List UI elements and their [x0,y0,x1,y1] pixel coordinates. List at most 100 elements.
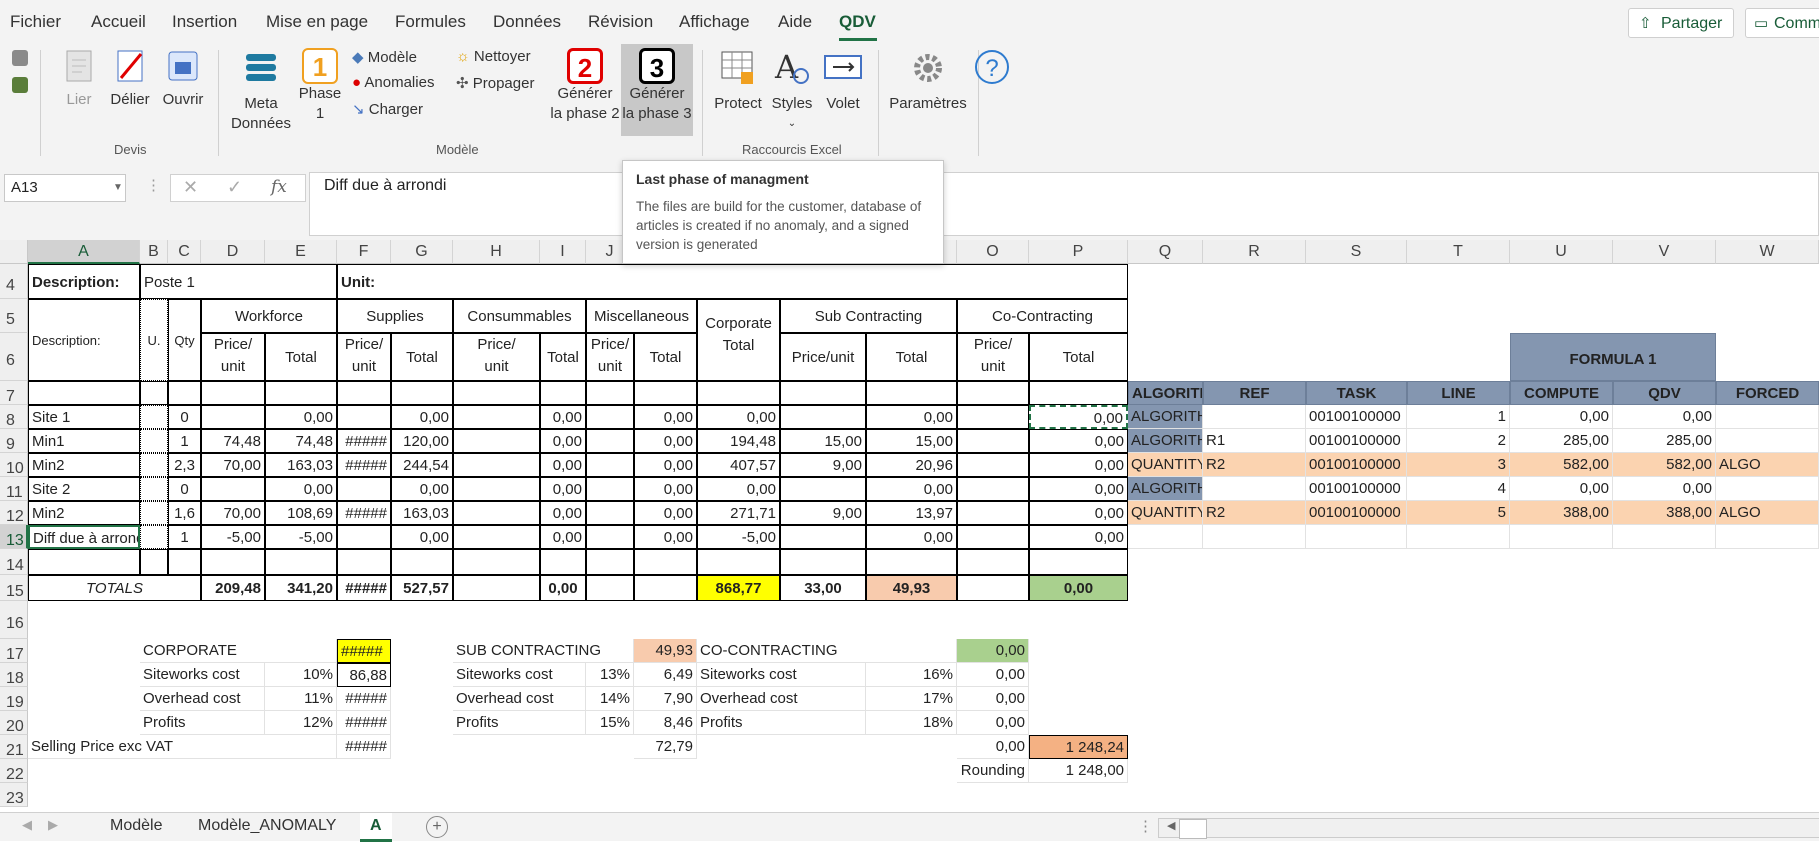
empty-cell[interactable] [780,549,866,575]
row-header[interactable]: 9 [0,429,28,453]
column-header[interactable]: D [201,240,265,264]
value-cell[interactable]: 0,00 [866,477,957,501]
ref-cell[interactable] [1203,525,1306,549]
value-cell[interactable]: 0,00 [1029,477,1128,501]
row-header[interactable]: 12 [0,501,28,525]
line-cell[interactable]: 2 [1407,429,1510,453]
value-cell[interactable]: -5,00 [265,525,337,549]
value-cell[interactable] [337,525,391,549]
value-cell[interactable] [957,429,1029,453]
value-cell[interactable]: 0,00 [540,501,586,525]
corporate-value[interactable]: ##### [337,639,391,663]
empty-cell[interactable] [140,549,168,575]
row-header[interactable]: 8 [0,405,28,429]
row-header[interactable]: 19 [0,687,28,711]
empty-cell[interactable] [168,381,201,405]
forced-cell[interactable]: ALGO [1716,501,1819,525]
row-header[interactable]: 17 [0,639,28,663]
empty-cell[interactable] [634,381,697,405]
qty-cell[interactable]: 0 [168,405,201,429]
empty-cell[interactable] [540,549,586,575]
qdv-cell[interactable]: 0,00 [1613,477,1716,501]
row-header[interactable]: 18 [0,663,28,687]
empty-cell[interactable] [586,549,634,575]
qty-cell[interactable]: 2,3 [168,453,201,477]
add-sheet-button[interactable]: + [426,816,448,838]
row-header[interactable]: 22 [0,759,28,783]
line-cell[interactable]: 3 [1407,453,1510,477]
value-cell[interactable]: ##### [337,453,391,477]
co-total-value[interactable]: 0,00 [1029,575,1128,601]
value-cell[interactable]: 0,00 [957,711,1029,735]
algorithm-cell[interactable]: QUANTITY [1128,453,1203,477]
value-cell[interactable]: 120,00 [391,429,453,453]
corporate-total-cell[interactable]: 407,57 [697,453,780,477]
value-cell[interactable]: 74,48 [201,429,265,453]
column-header[interactable]: Q [1128,240,1203,264]
value-cell[interactable] [586,477,634,501]
value-cell[interactable] [586,525,634,549]
description-cell[interactable]: Min2 [28,501,140,525]
value-cell[interactable]: 0,00 [265,405,337,429]
qty-cell[interactable]: 1 [168,525,201,549]
total-header[interactable]: Total [540,333,586,381]
column-header[interactable]: R [1203,240,1306,264]
empty-cell[interactable] [866,549,957,575]
value-cell[interactable]: 0,00 [634,453,697,477]
line-cell[interactable]: 4 [1407,477,1510,501]
value-cell[interactable]: ##### [337,429,391,453]
value-cell[interactable]: 86,88 [337,663,391,687]
empty-cell[interactable] [1029,549,1128,575]
task-cell[interactable]: 00100100000 [1306,453,1407,477]
percent-cell[interactable]: 15% [586,711,634,735]
value-cell[interactable]: 0,00 [540,477,586,501]
selling-price-value[interactable]: 1 248,24 [1029,735,1128,759]
value-cell[interactable] [780,405,866,429]
corporate-total-value[interactable]: 868,77 [697,575,780,601]
description-cell[interactable]: Site 1 [28,405,140,429]
value-cell[interactable]: 70,00 [201,501,265,525]
value-cell[interactable]: 15,00 [780,429,866,453]
value-cell[interactable]: 0,00 [634,405,697,429]
value-cell[interactable] [453,453,540,477]
row-header[interactable]: 15 [0,575,28,601]
compute-cell[interactable]: 285,00 [1510,429,1613,453]
total-value[interactable]: 0,00 [540,575,586,601]
description-value[interactable]: Poste 1 [140,264,337,299]
value-cell[interactable]: 70,00 [201,453,265,477]
empty-cell[interactable] [453,575,540,601]
percent-cell[interactable]: 18% [866,711,957,735]
total-value[interactable]: ##### [337,575,391,601]
workforce-header[interactable]: Workforce [201,299,337,333]
price-unit-header[interactable]: Price/unit [453,333,540,381]
value-cell[interactable]: 0,00 [391,405,453,429]
compute-cell[interactable]: 388,00 [1510,501,1613,525]
value-cell[interactable] [957,453,1029,477]
co-contracting-value[interactable]: 0,00 [957,639,1029,663]
compute-cell[interactable]: 0,00 [1510,405,1613,429]
value-cell[interactable]: 0,00 [540,405,586,429]
total-value[interactable]: 33,00 [780,575,866,601]
horizontal-scrollbar[interactable]: ◀ [1158,818,1819,839]
description-cell[interactable]: Min2 [28,453,140,477]
value-cell[interactable]: 0,00 [957,735,1029,759]
totals-label[interactable]: TOTALS [28,575,201,601]
unit-label[interactable]: Unit: [337,264,1128,299]
empty-cell[interactable] [1029,381,1128,405]
empty-cell[interactable] [265,381,337,405]
ref-header[interactable]: REF [1203,381,1306,405]
task-cell[interactable]: 00100100000 [1306,501,1407,525]
qdv-cell[interactable]: 582,00 [1613,453,1716,477]
row-header[interactable]: 6 [0,333,28,381]
empty-cell[interactable] [697,381,780,405]
value-cell[interactable] [453,477,540,501]
total-value[interactable]: 341,20 [265,575,337,601]
value-cell[interactable]: 0,00 [957,687,1029,711]
empty-cell[interactable] [28,549,140,575]
empty-cell[interactable] [28,381,140,405]
ref-cell[interactable] [1203,405,1306,429]
empty-cell[interactable] [540,381,586,405]
row-header[interactable]: 10 [0,453,28,477]
tab-modele[interactable]: Modèle [100,813,172,839]
unit-cell[interactable] [140,405,168,429]
